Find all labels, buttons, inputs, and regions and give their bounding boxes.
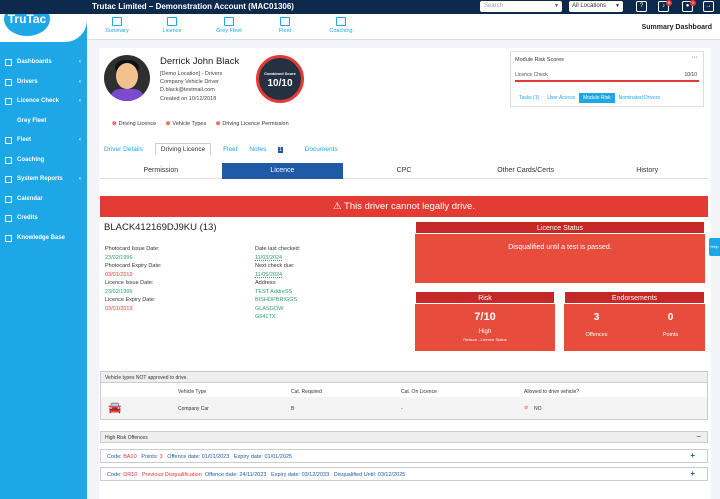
- tab-cpc[interactable]: CPC: [343, 163, 465, 179]
- credits-icon: [5, 215, 12, 222]
- vehicle-types-header: Vehicle types NOT approved to drive.: [100, 371, 708, 383]
- top-bar: Trutac Limited – Demonstration Account (…: [0, 0, 720, 14]
- licence-number: BLACK412169DJ9KU (13): [104, 222, 217, 233]
- sidebar-item-grey-fleet[interactable]: Grey Fleet: [0, 114, 87, 134]
- no-icon: ⊘: [524, 405, 529, 411]
- licence-card-icon: [167, 17, 177, 26]
- help-tab[interactable]: Help: [709, 238, 720, 256]
- panel-title: Module Risk Scores: [515, 57, 564, 63]
- expand-icon[interactable]: +: [690, 451, 695, 460]
- risk-card: Risk 7/10 High Reason - Licence Status: [415, 291, 555, 351]
- avatar: [104, 55, 150, 101]
- sidebar-item-drivers[interactable]: Drivers ‹: [0, 75, 87, 95]
- tab-fleet[interactable]: Fleet: [223, 146, 237, 153]
- tab-fleet[interactable]: Fleet: [255, 17, 315, 34]
- check-info: Date last checked: 11/03/2024 Next check…: [255, 246, 301, 320]
- drivers-icon: [5, 78, 12, 86]
- chevron-down-icon: ▼: [554, 3, 559, 9]
- licence-type-list: ⊗ Driving Licence ⊗ Vehicle Types ⊗ Driving…: [112, 121, 289, 127]
- driver-subtabs: Driver Details Driving Licence Fleet Not…: [104, 143, 348, 155]
- chevron-icon: ‹: [79, 137, 81, 143]
- tab-other-cards[interactable]: Other Cards/Certs: [465, 163, 587, 179]
- location-select[interactable]: All Locations ▼: [569, 1, 623, 12]
- sidebar-item-fleet[interactable]: Fleet ‹: [0, 133, 87, 153]
- collapse-icon[interactable]: −: [696, 432, 701, 441]
- licence-status-card: Licence Status Disqualified until a test…: [415, 221, 705, 283]
- licence-icon: [5, 98, 12, 105]
- account-name: Trutac Limited – Demonstration Account (…: [92, 2, 294, 11]
- car-icon: 🚘: [108, 402, 122, 414]
- driver-name: Derrick John Black: [160, 56, 240, 67]
- risk-bar: [515, 80, 699, 82]
- user-badge: 1: [690, 0, 696, 6]
- help-icon[interactable]: ?: [636, 1, 647, 12]
- licence-dates: Photocard Issue Date: 23/02/1996 Photoca…: [105, 246, 162, 312]
- cross-icon: ⊗: [165, 121, 171, 127]
- cross-icon: ⊗: [215, 121, 221, 127]
- panel-tabs: Tasks (1) User Access Module Risk Nominated…: [515, 93, 664, 103]
- reports-icon: [5, 176, 12, 183]
- tab-driver-details[interactable]: Driver Details: [104, 146, 143, 153]
- sidebar-nav: Dashboards ‹ Drivers ‹ Licence Check ‹ Grey…: [0, 55, 87, 250]
- cannot-drive-alert: ⚠ This driver cannot legally drive.: [100, 196, 708, 217]
- offence-row: Code: DR10 Previous Disqualification Off…: [100, 467, 708, 481]
- sidebar: TruTac Dashboards ‹ Drivers ‹ Licence Chec…: [0, 0, 87, 499]
- expand-icon[interactable]: +: [690, 469, 695, 478]
- fleet-icon: [5, 137, 12, 144]
- chevron-icon: ‹: [79, 59, 81, 65]
- chevron-icon: ‹: [79, 176, 81, 182]
- sidebar-item-coaching[interactable]: Coaching: [0, 153, 87, 173]
- page-title: Summary Dashboard: [641, 24, 712, 31]
- table-row: 🚘 Company Car B - ⊘ NO: [101, 397, 707, 419]
- sidebar-item-calendar[interactable]: Calendar: [0, 192, 87, 212]
- tab-coaching[interactable]: Coaching: [311, 17, 371, 34]
- chevron-icon: ‹: [79, 98, 81, 104]
- tab-permission[interactable]: Permission: [100, 163, 222, 179]
- tab-documents[interactable]: Documents: [305, 146, 338, 153]
- tab-grey-fleet[interactable]: Grey Fleet: [199, 17, 259, 34]
- truck-icon: [280, 17, 290, 26]
- coaching-icon: [5, 156, 12, 164]
- chevron-icon: ‹: [79, 78, 81, 85]
- sidebar-item-dashboards[interactable]: Dashboards ‹: [0, 55, 87, 75]
- tab-licence[interactable]: Licence: [142, 17, 202, 34]
- sidebar-item-licence-check[interactable]: Licence Check ‹: [0, 94, 87, 114]
- endorsements-card: Endorsements 3 Offences 0 Points: [564, 291, 705, 351]
- sidebar-item-credits[interactable]: Credits: [0, 211, 87, 231]
- notes-badge: 1: [278, 147, 283, 153]
- module-risk-panel: Module Risk Scores ··· Licence Check 10/…: [510, 51, 704, 107]
- home-icon: [112, 17, 122, 26]
- search-input[interactable]: Search ▼: [480, 1, 562, 12]
- high-risk-header: High Risk Offences −: [100, 431, 708, 443]
- tab-licence-section[interactable]: Licence: [221, 163, 344, 179]
- tab-nominated-drivers[interactable]: Nominated Drivers: [615, 93, 664, 103]
- dashboard-icon: [5, 59, 12, 66]
- calendar-icon: [5, 195, 12, 203]
- tab-history[interactable]: History: [586, 163, 708, 179]
- cross-icon: ⊗: [112, 121, 117, 127]
- logout-icon[interactable]: →: [703, 1, 714, 12]
- sidebar-item-knowledge-base[interactable]: Knowledge Base: [0, 231, 87, 251]
- combined-score: Combined Score 10/10: [256, 55, 304, 103]
- tab-tasks[interactable]: Tasks (1): [515, 93, 543, 103]
- offence-row: Code: BA10 Points: 3 Offence date: 01/01…: [100, 449, 708, 463]
- vehicle-types-table: Vehicle Type Cat. Required Cat. On Licen…: [100, 383, 708, 420]
- book-icon: [5, 234, 12, 242]
- driver-info: [Demo Location] - Drivers Company Vehicl…: [160, 71, 223, 102]
- notification-badge: 9: [666, 0, 672, 6]
- tab-user-access[interactable]: User Access: [543, 93, 579, 103]
- tab-notes[interactable]: Notes 1: [249, 146, 293, 153]
- tab-module-risk[interactable]: Module Risk: [579, 93, 615, 103]
- module-tabs: Summary Licence Grey Fleet Fleet Coachin…: [87, 14, 720, 40]
- licence-section-tabs: Permission Licence CPC Other Cards/Certs…: [100, 163, 708, 179]
- sidebar-item-system-reports[interactable]: System Reports ‹: [0, 172, 87, 192]
- car-icon: [224, 17, 234, 26]
- coaching-icon: [336, 17, 346, 26]
- tab-summary[interactable]: Summary: [87, 17, 147, 34]
- more-icon[interactable]: ···: [691, 54, 698, 61]
- tab-driving-licence[interactable]: Driving Licence: [154, 143, 212, 155]
- chevron-down-icon: ▼: [615, 3, 620, 9]
